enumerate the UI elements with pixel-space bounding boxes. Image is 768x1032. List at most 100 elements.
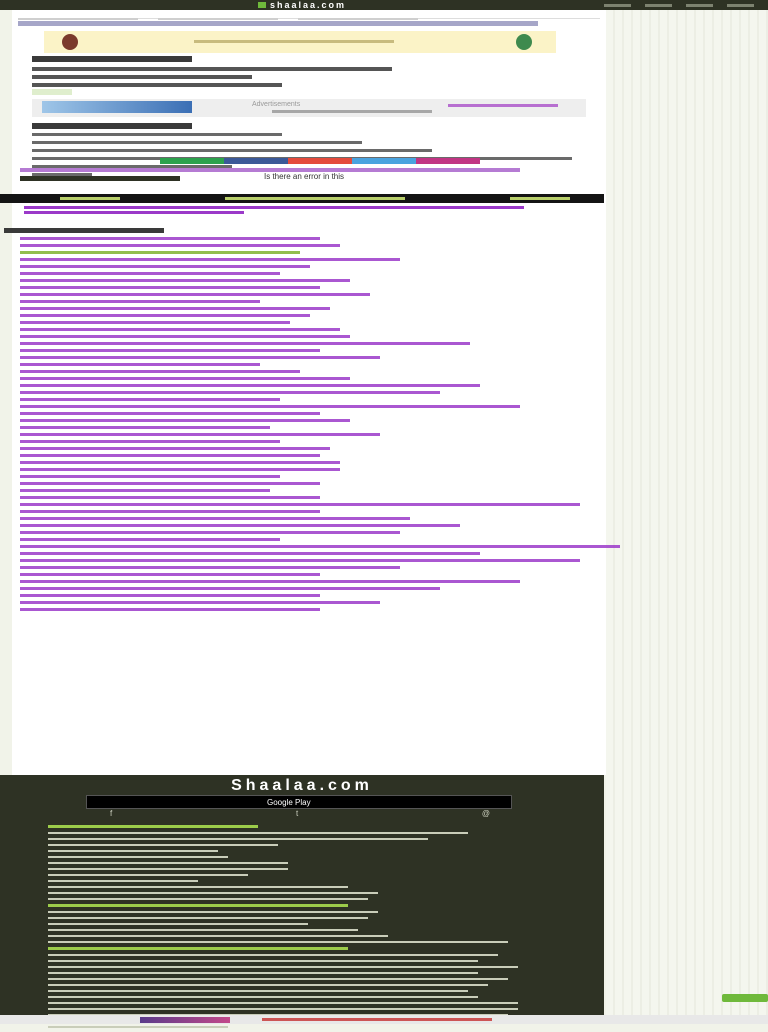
related-question-link[interactable] — [20, 307, 330, 310]
footer-link[interactable] — [48, 1002, 518, 1004]
chapter-source[interactable] — [24, 206, 544, 214]
related-question-link[interactable] — [20, 440, 280, 443]
related-question-link[interactable] — [20, 237, 320, 240]
footer-link[interactable] — [48, 954, 498, 956]
share-twitter-button[interactable] — [352, 158, 416, 164]
related-question-link[interactable] — [20, 398, 280, 401]
breadcrumb-item[interactable] — [298, 18, 418, 20]
related-question-link[interactable] — [20, 510, 320, 513]
remove-ads-link[interactable] — [448, 104, 558, 107]
footer-link[interactable] — [48, 1026, 228, 1028]
site-logo[interactable]: shaalaa.com — [270, 0, 346, 10]
footer-link[interactable] — [48, 898, 368, 900]
related-question-link[interactable] — [20, 342, 470, 345]
related-question-link[interactable] — [20, 454, 320, 457]
related-question-link[interactable] — [20, 321, 290, 324]
footer-brand[interactable]: Shaalaa.com — [0, 777, 604, 795]
footer-link[interactable] — [48, 923, 308, 925]
footer-link[interactable] — [48, 904, 348, 907]
footer-link[interactable] — [48, 874, 248, 876]
related-question-link[interactable] — [20, 573, 320, 576]
top-link[interactable] — [686, 4, 713, 7]
related-question-link[interactable] — [20, 580, 520, 583]
footer-link[interactable] — [48, 984, 488, 986]
footer-link[interactable] — [48, 868, 288, 870]
next-question-link[interactable] — [510, 197, 570, 200]
twitter-icon[interactable]: t — [296, 809, 298, 818]
related-question-link[interactable] — [20, 482, 320, 485]
footer-link[interactable] — [48, 911, 378, 913]
google-play-badge[interactable]: Google Play — [86, 795, 512, 809]
bottom-ad-image[interactable] — [140, 1017, 230, 1023]
footer-link[interactable] — [48, 978, 508, 980]
related-question-link[interactable] — [20, 244, 340, 247]
footer-link[interactable] — [48, 850, 218, 852]
related-question-link[interactable] — [20, 496, 320, 499]
related-question-link[interactable] — [20, 531, 400, 534]
related-question-link[interactable] — [20, 370, 300, 373]
footer-link[interactable] — [48, 941, 508, 943]
related-question-link[interactable] — [20, 293, 370, 296]
chapter-title-link[interactable] — [225, 197, 405, 200]
related-question-link[interactable] — [20, 517, 410, 520]
related-question-link[interactable] — [20, 356, 380, 359]
footer-link[interactable] — [48, 886, 348, 888]
footer-link[interactable] — [48, 929, 358, 931]
related-question-link[interactable] — [20, 349, 320, 352]
previous-question-link[interactable] — [60, 197, 120, 200]
related-question-link[interactable] — [20, 335, 350, 338]
footer-link[interactable] — [48, 996, 478, 998]
share-more-button[interactable] — [416, 158, 480, 164]
related-question-link[interactable] — [20, 328, 340, 331]
related-question-link[interactable] — [20, 419, 350, 422]
promo-banner[interactable] — [44, 31, 556, 53]
report-error-link[interactable]: Is there an error in this — [264, 172, 344, 181]
footer-link[interactable] — [48, 966, 518, 968]
related-question-link[interactable] — [20, 412, 320, 415]
related-question-link[interactable] — [20, 545, 620, 548]
related-question-link[interactable] — [20, 447, 330, 450]
related-question-link[interactable] — [20, 265, 310, 268]
footer-link[interactable] — [48, 880, 198, 882]
share-whatsapp-button[interactable] — [160, 158, 224, 164]
footer-link[interactable] — [48, 947, 348, 950]
footer-link[interactable] — [48, 917, 368, 919]
related-question-link[interactable] — [20, 489, 270, 492]
related-question-link[interactable] — [20, 433, 380, 436]
related-question-link[interactable] — [20, 405, 520, 408]
email-icon[interactable]: @ — [482, 809, 490, 818]
footer-link[interactable] — [48, 856, 228, 858]
breadcrumb-item[interactable] — [158, 18, 278, 20]
footer-link[interactable] — [48, 1008, 518, 1010]
related-question-link[interactable] — [20, 566, 400, 569]
breadcrumb-item[interactable] — [18, 18, 138, 20]
related-question-link[interactable] — [20, 377, 350, 380]
related-question-link[interactable] — [20, 601, 380, 604]
footer-link[interactable] — [48, 960, 478, 962]
footer-link[interactable] — [48, 892, 378, 894]
related-question-link[interactable] — [20, 314, 310, 317]
related-question-link[interactable] — [20, 300, 260, 303]
facebook-icon[interactable]: f — [110, 809, 112, 818]
related-question-link[interactable] — [20, 426, 270, 429]
related-question-link[interactable] — [20, 552, 480, 555]
related-question-link[interactable] — [20, 251, 300, 254]
related-question-link[interactable] — [20, 461, 340, 464]
scroll-top-button[interactable] — [722, 994, 768, 1002]
related-question-link[interactable] — [20, 559, 580, 562]
top-link[interactable] — [604, 4, 631, 7]
ad-image[interactable] — [42, 101, 192, 113]
related-question-link[interactable] — [20, 503, 580, 506]
related-question-link[interactable] — [20, 286, 320, 289]
footer-link[interactable] — [48, 832, 468, 834]
related-question-link[interactable] — [20, 587, 440, 590]
top-link[interactable] — [645, 4, 672, 7]
footer-link[interactable] — [48, 825, 258, 828]
related-question-link[interactable] — [20, 384, 480, 387]
related-question-link[interactable] — [20, 363, 260, 366]
related-question-link[interactable] — [20, 475, 280, 478]
footer-link[interactable] — [48, 838, 428, 840]
footer-link[interactable] — [48, 844, 278, 846]
related-question-link[interactable] — [20, 258, 400, 261]
top-link[interactable] — [727, 4, 754, 7]
